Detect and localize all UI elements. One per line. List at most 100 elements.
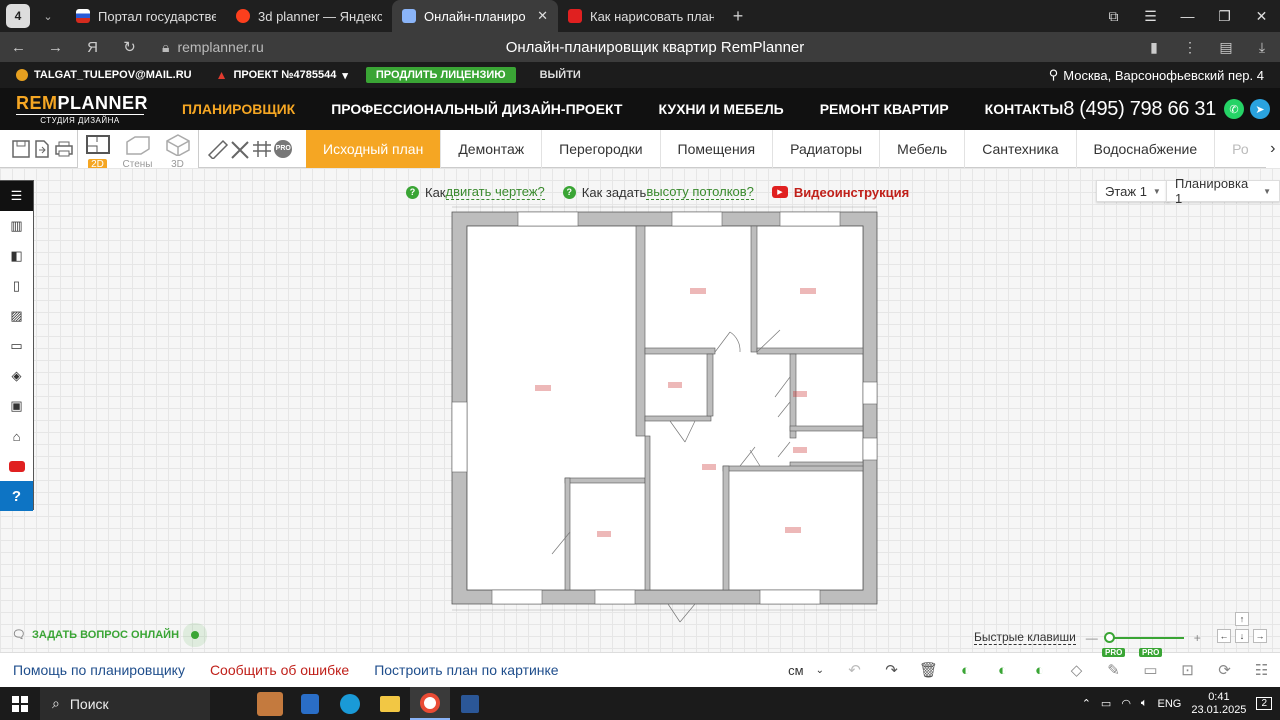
chevron-up-icon[interactable]: ⌃ <box>1082 697 1091 710</box>
tab-counter[interactable]: 4 <box>6 4 30 28</box>
yandex-browser-icon[interactable] <box>410 687 450 720</box>
pan-left-icon[interactable]: ← <box>1217 629 1231 643</box>
beam-icon[interactable]: ◈ <box>0 361 33 391</box>
chevron-right-icon[interactable]: › <box>1265 129 1280 168</box>
logout-link[interactable]: ВЫЙТИ <box>540 69 581 81</box>
download-icon[interactable]: ⤓ <box>1244 39 1280 56</box>
volume-icon[interactable]: 🔈︎ <box>1141 697 1148 710</box>
fit-view-icon[interactable]: ⊡ <box>1169 661 1206 679</box>
tab-water-supply[interactable]: Водоснабжение <box>1077 129 1216 168</box>
comments-pro-icon[interactable]: PRO ▭ <box>1132 648 1169 679</box>
tab-plumbing[interactable]: Сантехника <box>965 129 1077 168</box>
browser-tab[interactable]: 3d planner — Яндекс: наш <box>226 0 392 32</box>
nav-design-project[interactable]: ПРОФЕССИОНАЛЬНЫЙ ДИЗАЙН-ПРОЕКТ <box>331 101 622 117</box>
radiator-icon[interactable]: ▥ <box>0 211 33 241</box>
zoom-out-icon[interactable]: — <box>1086 631 1098 645</box>
collections-icon[interactable]: ⧉ <box>1095 0 1132 32</box>
help-move-link[interactable]: ? Как двигать чертеж? <box>406 184 545 200</box>
battery-icon[interactable]: ▭ <box>1101 697 1111 710</box>
toggle-hints-icon[interactable]: ◐ <box>947 662 984 679</box>
tab-radiators[interactable]: Радиаторы <box>773 129 881 168</box>
help-ceiling-link[interactable]: ? Как задать высоту потолков? <box>562 184 754 200</box>
help-icon[interactable]: ? <box>0 481 33 511</box>
zoom-in-icon[interactable]: + <box>1194 631 1201 645</box>
report-error-link[interactable]: Сообщить об ошибке <box>210 662 349 678</box>
game-app-icon[interactable] <box>250 687 290 720</box>
layout-select[interactable]: Планировка 1 ▼ <box>1166 176 1280 206</box>
walls-tool-icon[interactable]: ☰ <box>0 181 33 211</box>
ruler-icon[interactable]: ▭ <box>0 331 33 361</box>
floor-plan-drawing[interactable] <box>440 202 890 627</box>
project-selector[interactable]: ▲ ПРОЕКТ №4785544 ▾ <box>216 68 348 82</box>
hotkeys-link[interactable]: Быстрые клавиши <box>974 630 1076 645</box>
notifications-icon[interactable]: 2 <box>1256 697 1272 710</box>
minimize-icon[interactable]: — <box>1169 0 1206 32</box>
nav-renovation[interactable]: РЕМОНТ КВАРТИР <box>820 101 949 117</box>
tab-partitions[interactable]: Перегородки <box>542 129 661 168</box>
new-tab-icon[interactable]: + <box>724 6 752 27</box>
clock[interactable]: 0:41 23.01.2025 <box>1191 691 1246 717</box>
nav-kitchens[interactable]: КУХНИ И МЕБЕЛЬ <box>658 101 783 117</box>
delete-icon[interactable]: 🗑︎ <box>910 661 947 679</box>
floor-select[interactable]: Этаж 1 ▼ <box>1096 180 1170 202</box>
socket-icon[interactable]: ▣ <box>0 391 33 421</box>
edit-pro-icon[interactable]: PRO ✎ <box>1095 648 1132 679</box>
telegram-icon[interactable]: ➤ <box>1250 99 1270 119</box>
windows-start-icon[interactable] <box>0 695 40 712</box>
maximize-icon[interactable]: ❐ <box>1206 0 1243 32</box>
video-icon[interactable] <box>0 451 33 481</box>
tabs-icon[interactable]: ▤ <box>1208 39 1244 56</box>
video-instruction-link[interactable]: ▶ Видеоинструкция <box>771 184 909 200</box>
reload-icon[interactable]: ↻ <box>111 38 148 56</box>
door-icon[interactable]: ◧ <box>0 241 33 271</box>
help-planner-link[interactable]: Помощь по планировщику <box>13 662 185 678</box>
unit-select[interactable]: см ⌄ <box>788 663 824 678</box>
file-explorer-icon[interactable] <box>370 687 410 720</box>
toggle-dimensions-icon[interactable]: ◐ <box>984 662 1021 679</box>
yandex-home-icon[interactable]: Я <box>74 39 111 56</box>
browser-tab[interactable]: Как нарисовать план в пр <box>558 0 724 32</box>
phone-number[interactable]: 8 (495) 798 66 31 <box>1063 98 1216 121</box>
whatsapp-icon[interactable]: ✆ <box>1224 99 1244 119</box>
word-icon[interactable] <box>450 687 490 720</box>
url-field[interactable]: 🔒︎ remplanner.ru <box>162 39 264 56</box>
extend-license-button[interactable]: ПРОДЛИТЬ ЛИЦЕНЗИЮ <box>365 67 516 83</box>
toggle-visibility-icon[interactable]: ◐ <box>1021 662 1058 679</box>
floor-pattern-icon[interactable]: ▨ <box>0 301 33 331</box>
tab-rooms[interactable]: Помещения <box>661 129 774 168</box>
close-tab-icon[interactable]: ✕ <box>537 8 548 24</box>
tab-initial-plan[interactable]: Исходный план <box>306 129 442 168</box>
nav-planner[interactable]: ПЛАНИРОВЩИК <box>182 101 295 117</box>
user-account[interactable]: TALGAT_TULEPOV@MAIL.RU <box>16 69 192 81</box>
pan-right-icon[interactable]: → <box>1253 629 1267 643</box>
stairs-icon[interactable]: ⌂ <box>0 421 33 451</box>
remplanner-logo[interactable]: REMPLANNER СТУДИЯ ДИЗАЙНА <box>16 94 148 125</box>
plan-canvas[interactable]: ☰ ▥ ◧ ▯ ▨ ▭ ◈ ▣ ⌂ ? ? Как двигать чертеж… <box>0 168 1280 652</box>
settings-icon[interactable]: ☷ <box>1243 661 1280 679</box>
tab-list-chevron-icon[interactable]: ⌄ <box>36 10 60 23</box>
browser-menu-icon[interactable]: ☰ <box>1132 0 1169 32</box>
browser-tab[interactable]: Портал государственных <box>66 0 226 32</box>
zoom-slider-knob[interactable] <box>1103 631 1115 643</box>
taskbar-search[interactable]: ⌕ Поиск <box>40 687 210 720</box>
rotate-icon[interactable]: ◇ <box>1058 661 1095 679</box>
import-icon[interactable] <box>32 130 54 168</box>
kaspersky-icon[interactable] <box>290 687 330 720</box>
pan-up-icon[interactable]: ↑ <box>1235 612 1249 626</box>
tab-furniture[interactable]: Мебель <box>880 129 966 168</box>
browser-tab-active[interactable]: Онлайн-планировщик ✕ <box>392 0 558 32</box>
tab-next-partial[interactable]: Ро <box>1215 130 1266 168</box>
edge-icon[interactable] <box>330 687 370 720</box>
close-window-icon[interactable]: ✕ <box>1243 0 1280 32</box>
measure-icon[interactable] <box>207 130 229 168</box>
tools-icon[interactable] <box>229 130 251 168</box>
more-icon[interactable]: ⋮ <box>1172 39 1208 56</box>
pro-tools-button[interactable]: PRO <box>273 130 295 168</box>
forward-icon[interactable]: → <box>37 39 74 56</box>
nav-contacts[interactable]: КОНТАКТЫ <box>985 101 1063 117</box>
tab-demolition[interactable]: Демонтаж <box>441 129 543 168</box>
save-icon[interactable] <box>10 130 32 168</box>
wifi-icon[interactable]: ◠ <box>1121 697 1131 710</box>
back-icon[interactable]: ← <box>0 39 37 56</box>
window-icon[interactable]: ▯ <box>0 271 33 301</box>
